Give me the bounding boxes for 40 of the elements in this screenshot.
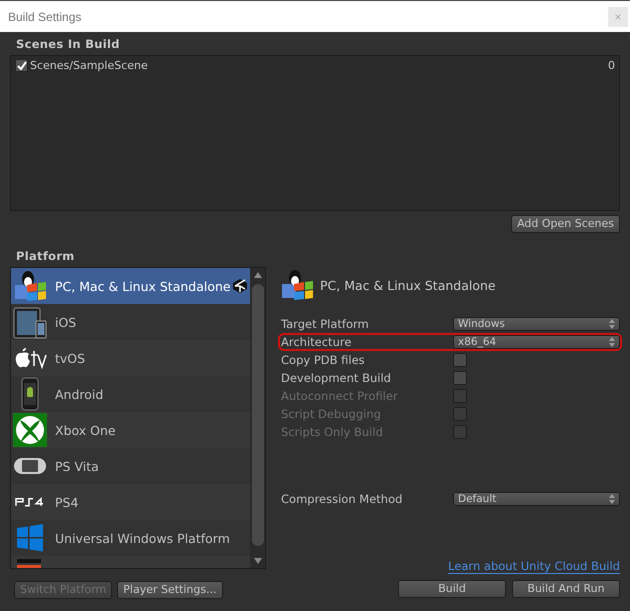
up-down-arrows-icon (609, 319, 615, 329)
build-button[interactable]: Build (398, 580, 506, 598)
platform-title: PC, Mac & Linux Standalone (320, 278, 496, 292)
dropdown[interactable]: x86_64 (453, 335, 620, 349)
penguin-windows-icon (13, 269, 47, 303)
platform-item[interactable]: iOS (11, 304, 250, 340)
scene-name[interactable]: Scenes/SampleScene (30, 59, 606, 72)
platform-item[interactable]: PS Vita (11, 448, 250, 484)
platform-item[interactable]: Universal Windows Platform (11, 520, 250, 556)
player-settings-button[interactable]: Player Settings... (117, 581, 223, 599)
dropdown[interactable]: Windows (453, 317, 620, 331)
scrollbar[interactable] (250, 268, 265, 568)
scene-index: 0 (608, 59, 615, 72)
add-open-scenes-button[interactable]: Add Open Scenes (511, 215, 620, 233)
dropdown[interactable]: Default (453, 492, 620, 506)
penguin-windows-icon (280, 268, 314, 302)
platform-item[interactable]: Android (11, 376, 250, 412)
cloud-build-link[interactable]: Learn about Unity Cloud Build (448, 559, 620, 574)
section-heading: Platform (15, 248, 76, 265)
setting-label: Architecture (281, 335, 352, 349)
checkbox[interactable] (453, 371, 467, 385)
tablet-phone-icon (13, 305, 47, 339)
up-down-arrows-icon (609, 494, 615, 504)
xbox-icon (13, 413, 47, 447)
setting-label: Scripts Only Build (281, 425, 384, 439)
setting-label: Copy PDB files (281, 353, 366, 367)
window-title: Build Settings (8, 10, 82, 24)
setting-label: Script Debugging (281, 407, 382, 421)
setting-label: Target Platform (281, 317, 370, 331)
section-heading: Scenes In Build (15, 36, 121, 53)
platform-item[interactable]: PC, Mac & Linux Standalone (11, 268, 250, 304)
checkbox[interactable] (453, 353, 467, 367)
build-and-run-button[interactable]: Build And Run (512, 580, 620, 598)
up-down-arrows-icon (609, 337, 615, 347)
setting-label: Autoconnect Profiler (281, 389, 399, 403)
scrollbar-thumb[interactable] (252, 284, 264, 546)
ps4-logo-icon (15, 497, 45, 507)
setting-label: Development Build (281, 371, 392, 385)
checkbox[interactable] (15, 59, 28, 72)
setting-label: Compression Method (281, 492, 404, 506)
